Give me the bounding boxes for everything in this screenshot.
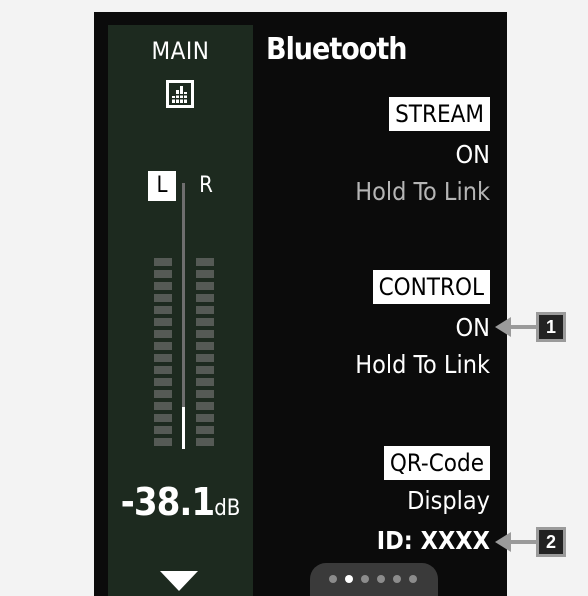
- page-dot[interactable]: [409, 575, 417, 583]
- page-dot[interactable]: [361, 575, 369, 583]
- main-label: MAIN: [151, 37, 210, 65]
- qr-display-action[interactable]: Display: [407, 486, 490, 515]
- down-arrow-icon[interactable]: [160, 571, 198, 591]
- db-value: -38.1: [120, 480, 216, 524]
- stream-state: ON: [455, 140, 490, 169]
- page-dot[interactable]: [329, 575, 337, 583]
- mixer-icon: [166, 80, 194, 108]
- stream-label[interactable]: STREAM: [389, 97, 490, 131]
- control-label[interactable]: CONTROL: [372, 270, 490, 304]
- callout-2-line: [508, 540, 538, 544]
- device-id: ID: XXXX: [376, 526, 490, 555]
- callout-1-badge: 1: [536, 312, 566, 342]
- meter-peak-indicator: [182, 407, 185, 449]
- db-readout: -38.1dB: [108, 480, 253, 524]
- page-indicator[interactable]: [310, 563, 438, 596]
- main-meter-panel[interactable]: MAIN L R -38.1dB: [108, 25, 253, 596]
- control-action[interactable]: Hold To Link: [355, 350, 490, 379]
- callout-2-badge: 2: [536, 527, 566, 557]
- callout-1-line: [508, 325, 538, 329]
- page-dot-active[interactable]: [345, 575, 353, 583]
- qr-code-label[interactable]: QR-Code: [383, 446, 490, 480]
- right-channel-label[interactable]: R: [192, 171, 220, 201]
- right-level-meter: [196, 258, 214, 450]
- db-unit: dB: [214, 496, 241, 521]
- page-dot[interactable]: [377, 575, 385, 583]
- control-state: ON: [455, 313, 490, 342]
- left-channel-label[interactable]: L: [148, 171, 176, 201]
- left-level-meter: [154, 258, 172, 450]
- page-title: Bluetooth: [266, 32, 407, 67]
- stream-action[interactable]: Hold To Link: [355, 177, 490, 206]
- page-dot[interactable]: [393, 575, 401, 583]
